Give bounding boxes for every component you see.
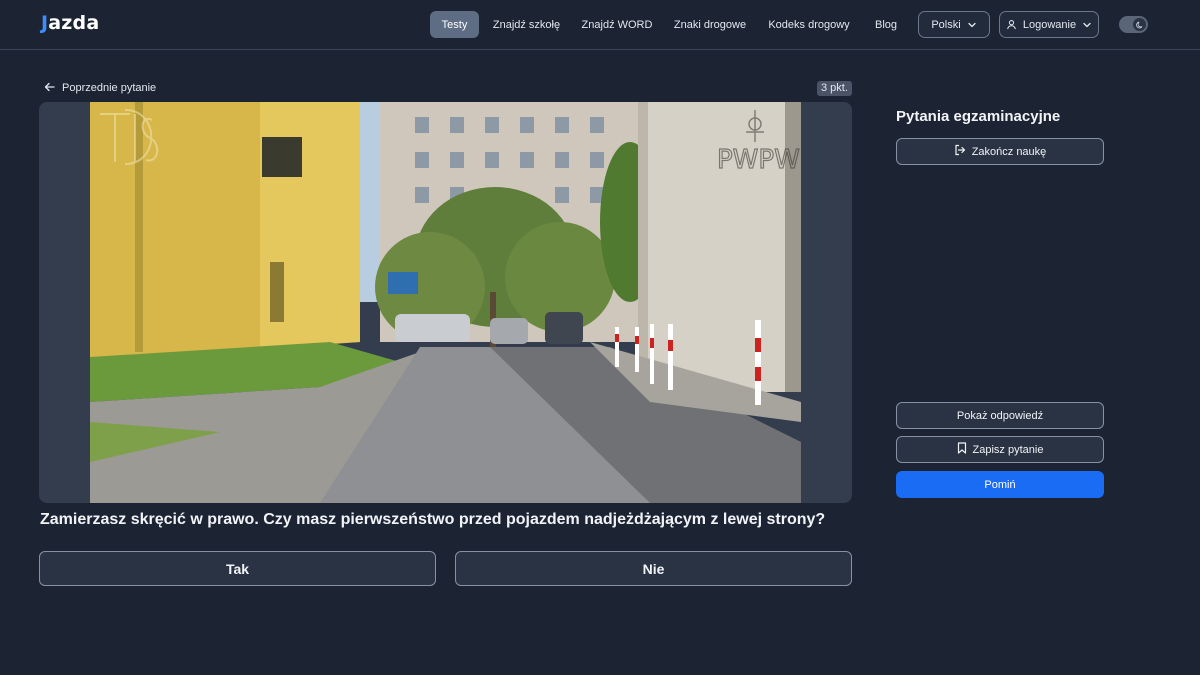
- end-study-label: Zakończ naukę: [971, 145, 1047, 158]
- end-study-button[interactable]: Zakończ naukę: [896, 138, 1104, 165]
- moon-icon: [1133, 18, 1146, 31]
- user-icon: [1006, 19, 1017, 30]
- answer-nie-button[interactable]: Nie: [455, 551, 852, 586]
- language-label: Polski: [931, 18, 961, 31]
- pwpw-watermark: PWPW: [717, 145, 800, 175]
- answer-tak-button[interactable]: Tak: [39, 551, 436, 586]
- show-answer-label: Pokaż odpowiedź: [956, 409, 1044, 422]
- logo-mark: J: [41, 12, 49, 34]
- nav-testy[interactable]: Testy: [430, 11, 479, 38]
- nav-kodeks-drogowy[interactable]: Kodeks drogowy: [763, 11, 855, 38]
- nav-znajdz-szkole[interactable]: Znajdź szkołę: [487, 11, 566, 38]
- previous-question-label: Poprzednie pytanie: [62, 82, 157, 94]
- bookmark-icon: [957, 442, 967, 457]
- login-button[interactable]: Logowanie: [999, 11, 1099, 38]
- skip-button[interactable]: Pomiń: [896, 471, 1104, 498]
- logo[interactable]: Jazda: [41, 12, 99, 34]
- question-media: PWPW: [39, 102, 852, 503]
- theme-toggle[interactable]: [1119, 16, 1148, 33]
- logo-text: azda: [48, 12, 100, 34]
- logout-icon: [954, 144, 966, 159]
- previous-question-link[interactable]: Poprzednie pytanie: [44, 80, 156, 96]
- save-question-label: Zapisz pytanie: [972, 443, 1044, 456]
- save-question-button[interactable]: Zapisz pytanie: [896, 436, 1104, 463]
- question-text: Zamierzasz skręcić w prawo. Czy masz pie…: [40, 511, 826, 528]
- street-scene-image: PWPW: [90, 102, 801, 503]
- chevron-down-icon: [1082, 20, 1092, 30]
- points-badge: 3 pkt.: [817, 81, 852, 96]
- top-navbar: Jazda Testy Znajdź szkołę Znajdź WORD Zn…: [0, 0, 1200, 50]
- nav-znajdz-word[interactable]: Znajdź WORD: [577, 11, 657, 38]
- arrow-left-icon: [44, 82, 55, 95]
- chevron-down-icon: [967, 20, 977, 30]
- skip-label: Pomiń: [984, 478, 1016, 491]
- nav-znaki-drogowe[interactable]: Znaki drogowe: [668, 11, 752, 38]
- login-label: Logowanie: [1022, 18, 1077, 31]
- show-answer-button[interactable]: Pokaż odpowiedź: [896, 402, 1104, 429]
- nav-blog[interactable]: Blog: [866, 11, 906, 38]
- sidebar-title: Pytania egzaminacyjne: [896, 108, 1061, 125]
- language-select[interactable]: Polski: [918, 11, 990, 38]
